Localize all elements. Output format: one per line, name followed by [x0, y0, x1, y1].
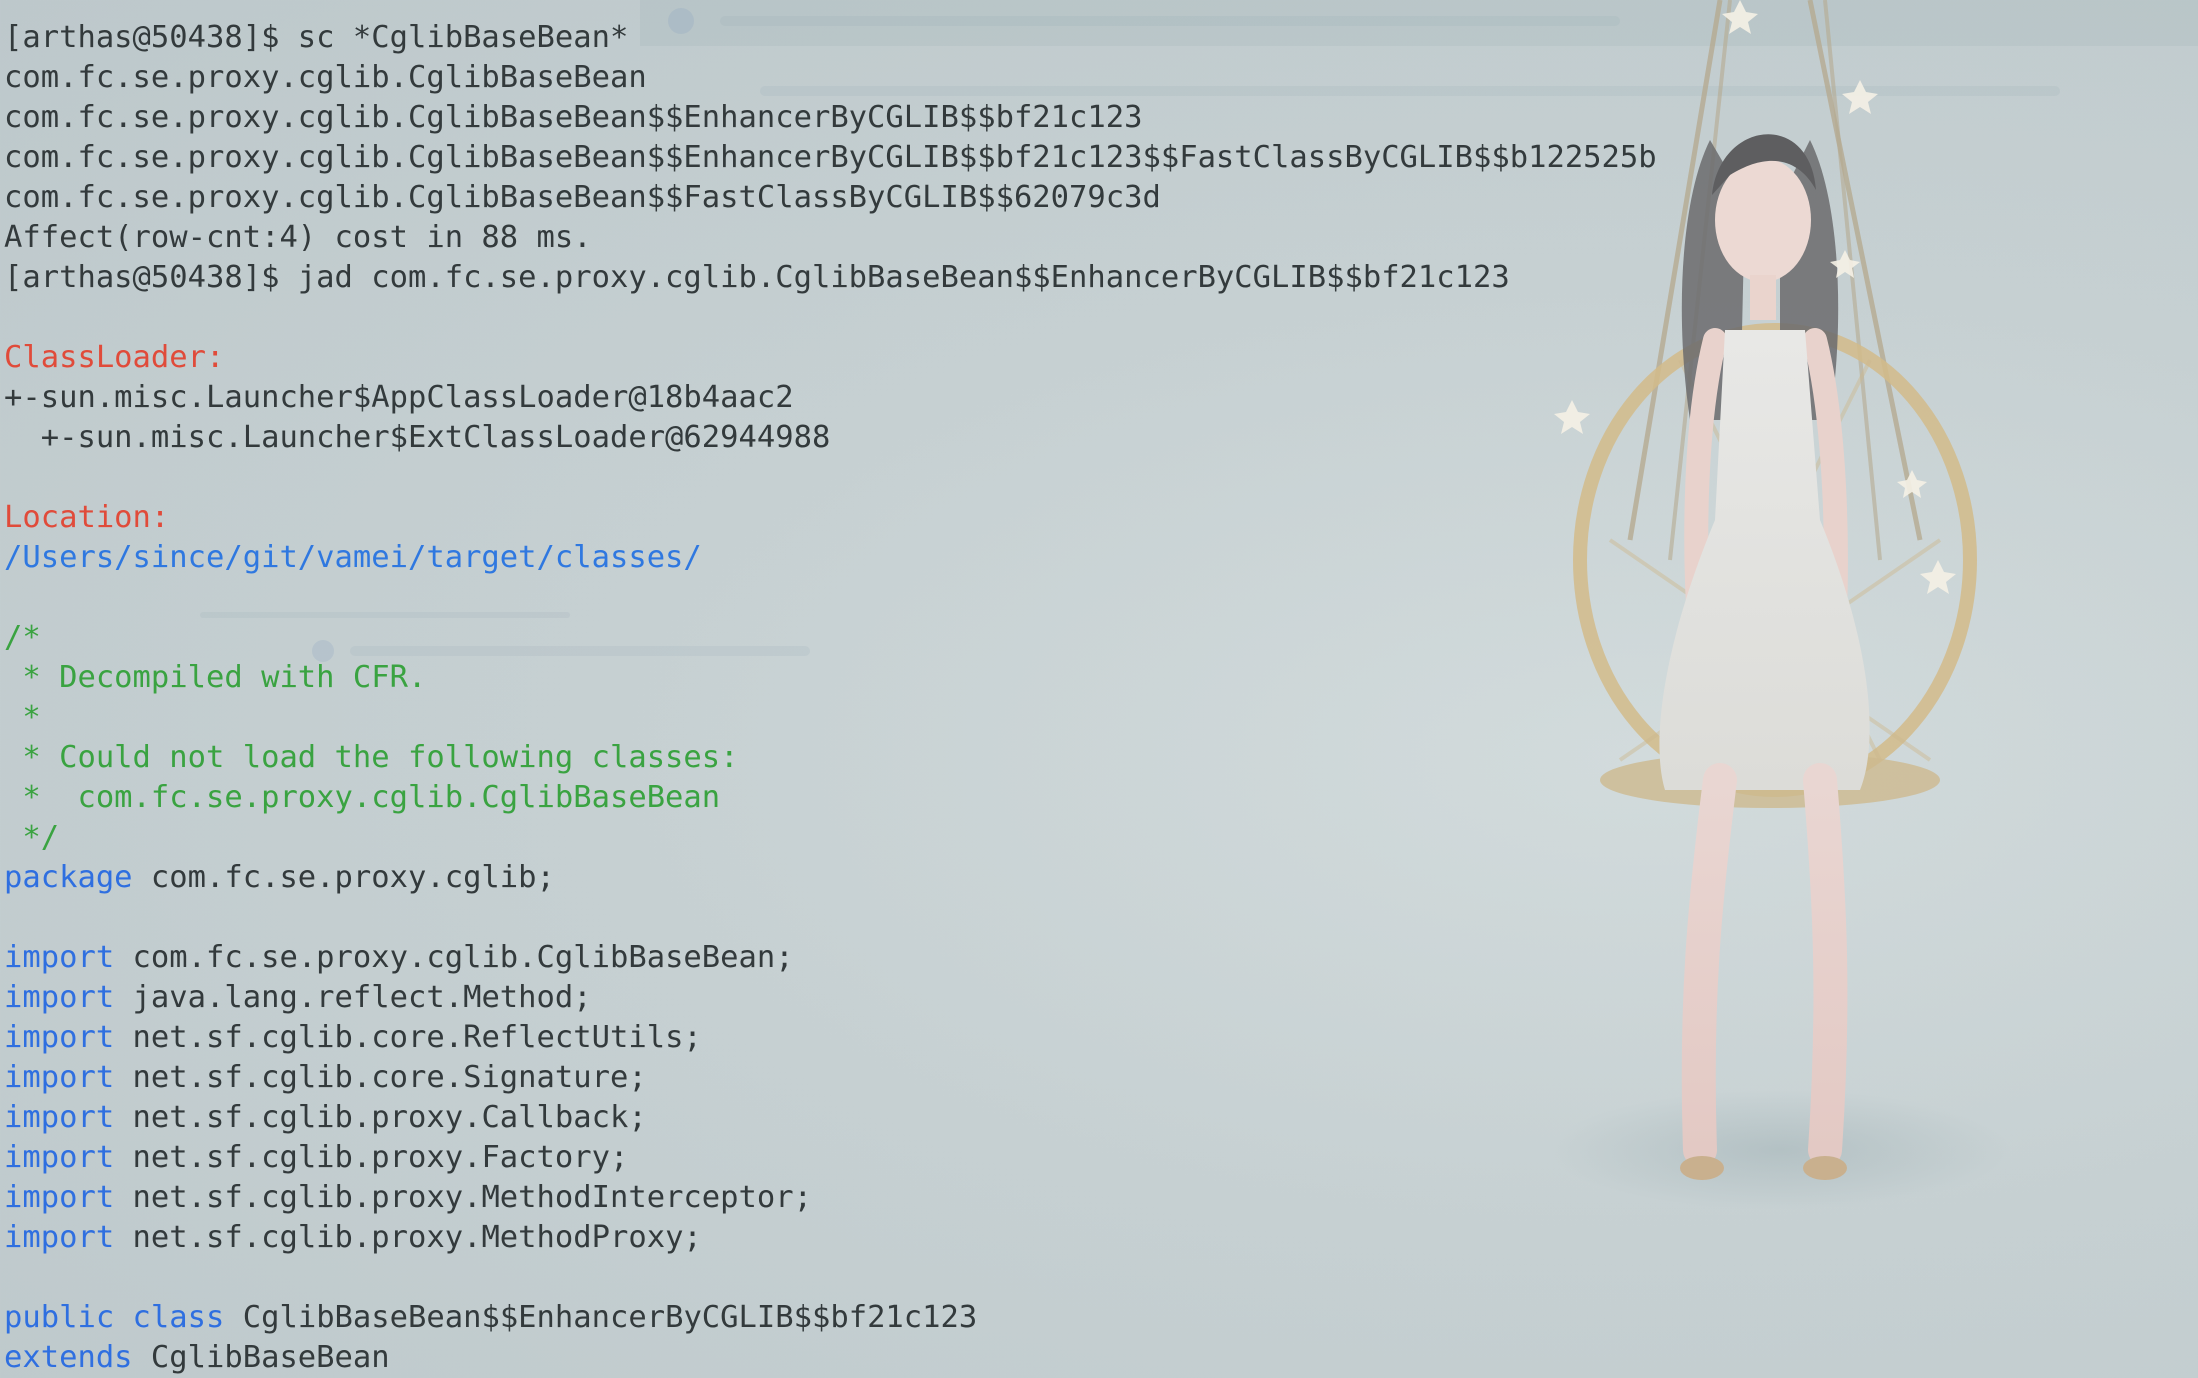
line-text: /* — [4, 620, 41, 655]
terminal-line: com.fc.se.proxy.cglib.CglibBaseBean — [4, 58, 2198, 98]
keyword-token: public — [4, 1300, 115, 1335]
terminal-line: Affect(row-cnt:4) cost in 88 ms. — [4, 218, 2198, 258]
line-text: net.sf.cglib.proxy.MethodProxy; — [114, 1220, 702, 1255]
line-text: * Decompiled with CFR. — [4, 660, 427, 695]
line-text: com.fc.se.proxy.cglib.CglibBaseBean$$Enh… — [4, 140, 1657, 175]
terminal-line: import net.sf.cglib.core.Signature; — [4, 1058, 2198, 1098]
line-text: com.fc.se.proxy.cglib; — [132, 860, 555, 895]
terminal-line: import net.sf.cglib.proxy.Callback; — [4, 1098, 2198, 1138]
line-text: net.sf.cglib.proxy.MethodInterceptor; — [114, 1180, 812, 1215]
terminal-line: com.fc.se.proxy.cglib.CglibBaseBean$$Fas… — [4, 178, 2198, 218]
line-text: [arthas@50438]$ sc *CglibBaseBean* — [4, 20, 629, 55]
line-text: CglibBaseBean — [132, 1340, 390, 1375]
terminal-line: /* — [4, 618, 2198, 658]
line-text: +-sun.misc.Launcher$ExtClassLoader@62944… — [4, 420, 831, 455]
line-text: com.fc.se.proxy.cglib.CglibBaseBean — [4, 60, 647, 95]
keyword-token: import — [4, 1220, 115, 1255]
terminal-line: import java.lang.reflect.Method; — [4, 978, 2198, 1018]
line-text: net.sf.cglib.proxy.Factory; — [114, 1140, 629, 1175]
line-text: * com.fc.se.proxy.cglib.CglibBaseBean — [4, 780, 721, 815]
terminal-line: * Could not load the following classes: — [4, 738, 2198, 778]
terminal-line: +-sun.misc.Launcher$ExtClassLoader@62944… — [4, 418, 2198, 458]
line-text: /Users/since/git/vamei/target/classes/ — [4, 540, 702, 575]
terminal-line: import net.sf.cglib.core.ReflectUtils; — [4, 1018, 2198, 1058]
line-text: com.fc.se.proxy.cglib.CglibBaseBean; — [114, 940, 794, 975]
keyword-token: import — [4, 980, 115, 1015]
terminal-line: package com.fc.se.proxy.cglib; — [4, 858, 2198, 898]
line-text: net.sf.cglib.core.ReflectUtils; — [114, 1020, 702, 1055]
terminal-line: * com.fc.se.proxy.cglib.CglibBaseBean — [4, 778, 2198, 818]
terminal-line: * — [4, 698, 2198, 738]
line-text: [arthas@50438]$ jad com.fc.se.proxy.cgli… — [4, 260, 1510, 295]
terminal-line: com.fc.se.proxy.cglib.CglibBaseBean$$Enh… — [4, 138, 2198, 178]
keyword-token: import — [4, 1100, 115, 1135]
terminal-line: import net.sf.cglib.proxy.MethodProxy; — [4, 1218, 2198, 1258]
keyword-token: extends — [4, 1340, 133, 1375]
line-text: com.fc.se.proxy.cglib.CglibBaseBean$$Fas… — [4, 180, 1161, 215]
terminal-line: /Users/since/git/vamei/target/classes/ — [4, 538, 2198, 578]
terminal-line: com.fc.se.proxy.cglib.CglibBaseBean$$Enh… — [4, 98, 2198, 138]
line-text: java.lang.reflect.Method; — [114, 980, 592, 1015]
line-text: */ — [4, 820, 60, 855]
keyword-token: import — [4, 1180, 115, 1215]
line-text: * — [4, 700, 41, 735]
terminal-line: ClassLoader: — [4, 338, 2198, 378]
terminal-line: * Decompiled with CFR. — [4, 658, 2198, 698]
line-text: net.sf.cglib.proxy.Callback; — [114, 1100, 647, 1135]
line-text: +-sun.misc.Launcher$AppClassLoader@18b4a… — [4, 380, 794, 415]
line-text: com.fc.se.proxy.cglib.CglibBaseBean$$Enh… — [4, 100, 1143, 135]
keyword-token: package — [4, 860, 133, 895]
terminal-line: import net.sf.cglib.proxy.MethodIntercep… — [4, 1178, 2198, 1218]
line-text: net.sf.cglib.core.Signature; — [114, 1060, 647, 1095]
keyword-token: import — [4, 1020, 115, 1055]
keyword-token: import — [4, 940, 115, 975]
terminal-output: [arthas@50438]$ sc *CglibBaseBean* com.fc… — [4, 18, 2198, 1378]
line-text: ClassLoader: — [4, 340, 225, 375]
terminal-line: [arthas@50438]$ sc *CglibBaseBean* — [4, 18, 2198, 58]
line-text: * Could not load the following classes: — [4, 740, 739, 775]
keyword-token: import — [4, 1060, 115, 1095]
terminal-line: import com.fc.se.proxy.cglib.CglibBaseBe… — [4, 938, 2198, 978]
terminal-line: import net.sf.cglib.proxy.Factory; — [4, 1138, 2198, 1178]
terminal-line: +-sun.misc.Launcher$AppClassLoader@18b4a… — [4, 378, 2198, 418]
terminal-line: public class CglibBaseBean$$EnhancerByCG… — [4, 1298, 2198, 1338]
terminal-line: [arthas@50438]$ jad com.fc.se.proxy.cgli… — [4, 258, 2198, 298]
terminal-line: extends CglibBaseBean — [4, 1338, 2198, 1378]
terminal-line: */ — [4, 818, 2198, 858]
keyword-token: class — [114, 1300, 225, 1335]
terminal-line: Location: — [4, 498, 2198, 538]
keyword-token: import — [4, 1140, 115, 1175]
line-text: Affect(row-cnt:4) cost in 88 ms. — [4, 220, 592, 255]
line-text: CglibBaseBean$$EnhancerByCGLIB$$bf21c123 — [224, 1300, 978, 1335]
line-text: Location: — [4, 500, 170, 535]
